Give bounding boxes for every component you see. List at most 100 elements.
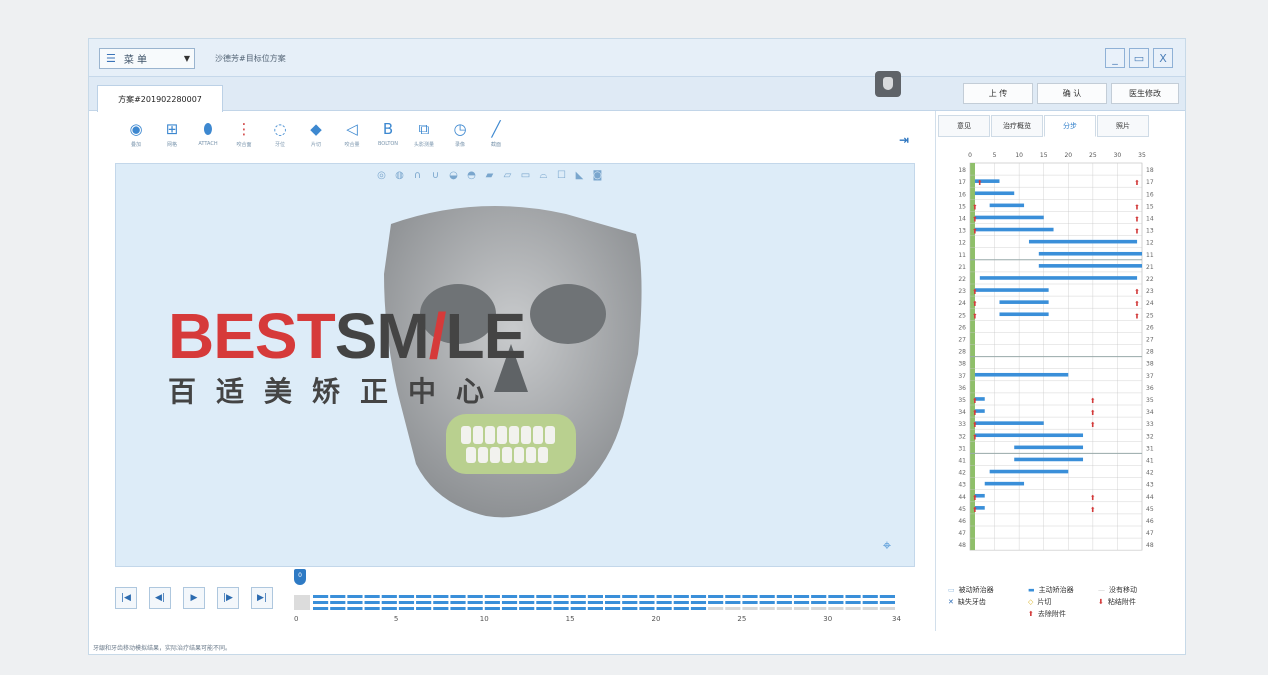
row-label-right: 27 bbox=[1146, 337, 1154, 344]
no-move-icon: — bbox=[1098, 586, 1105, 594]
step-bar bbox=[974, 372, 1069, 377]
reset-view-icon[interactable]: ⌖ bbox=[876, 534, 898, 556]
timeline-step-bar bbox=[845, 595, 861, 598]
timeline-step-bar bbox=[776, 607, 792, 610]
timeline-step-bar bbox=[501, 607, 518, 610]
restore-button[interactable]: ▭ bbox=[1129, 48, 1149, 68]
tool-replay[interactable]: ◷ 录像 bbox=[443, 119, 477, 159]
timeline-step-bar bbox=[725, 595, 741, 598]
attachment-marker: ⬆ bbox=[1134, 300, 1140, 308]
timeline-step-bar bbox=[364, 607, 380, 610]
last-step-icon[interactable]: ▶| bbox=[251, 587, 273, 609]
tool-label: 咬合量 bbox=[344, 142, 360, 148]
timeline-step-bar bbox=[811, 601, 827, 604]
attachment-marker: ⬆ bbox=[1134, 312, 1140, 320]
row-label: 35 bbox=[958, 397, 966, 404]
legend-item: — 没有移动 bbox=[1098, 585, 1137, 595]
row-label: 25 bbox=[958, 312, 966, 319]
row-label-right: 42 bbox=[1146, 470, 1154, 477]
legend-item: ◇ 片切 bbox=[1028, 597, 1051, 607]
tool-bolton[interactable]: B BOLTON bbox=[371, 119, 405, 159]
menu-button[interactable]: ☰ 菜 单 ▼ bbox=[99, 48, 195, 69]
timeline-step-bar bbox=[759, 607, 775, 610]
timeline-step-bar bbox=[673, 607, 689, 610]
close-button[interactable]: X bbox=[1153, 48, 1173, 68]
timeline-step-bar bbox=[519, 607, 535, 610]
timeline-step-bar bbox=[828, 595, 844, 598]
overlay-icon: ◉ bbox=[129, 120, 143, 138]
row-label-right: 21 bbox=[1146, 264, 1154, 271]
legend-label: 粘结附件 bbox=[1107, 598, 1136, 606]
row-label-right: 47 bbox=[1146, 530, 1154, 537]
3d-viewport[interactable]: ◎ ◍ ∩ ∪ ◒ ◓ ▰ ▱ ▭ ⌓ ☐ ◣ ◙ BESTSM/LE 百适美矫… bbox=[115, 163, 915, 567]
step-bar bbox=[974, 288, 1049, 292]
attach-icon: ⬮ bbox=[203, 120, 213, 138]
missing-tooth-icon: ✕ bbox=[948, 598, 954, 606]
row-label: 41 bbox=[958, 458, 966, 465]
tool-label: 录像 bbox=[454, 142, 465, 148]
attachment-marker: ⬆ bbox=[972, 312, 978, 320]
row-label-right: 13 bbox=[1146, 228, 1154, 235]
row-label: 27 bbox=[958, 337, 966, 344]
collapse-panel-icon[interactable]: ⇥ bbox=[899, 133, 909, 147]
minimize-button[interactable]: _ bbox=[1105, 48, 1125, 68]
step-slider-handle[interactable]: 0 bbox=[294, 569, 306, 585]
status-text: 牙龈和牙齿移动模拟结果，实际治疗结果可能不同。 bbox=[93, 645, 232, 652]
tool-overlay[interactable]: ◉ 叠加 bbox=[119, 119, 153, 159]
row-label: 44 bbox=[958, 494, 966, 501]
upload-button[interactable]: 上 传 bbox=[963, 83, 1033, 104]
document-title: 沙德芳#目标位方案 bbox=[215, 54, 286, 63]
tool-attach[interactable]: ⬮ ATTACH bbox=[191, 119, 225, 159]
prev-step-icon[interactable]: ◀| bbox=[149, 587, 171, 609]
tab-2[interactable]: 分步 bbox=[1044, 115, 1096, 137]
timeline-step-bar bbox=[570, 601, 586, 604]
timeline-step-bar bbox=[690, 607, 707, 610]
tool-bite[interactable]: ◁ 咬合量 bbox=[335, 119, 369, 159]
row-label-right: 15 bbox=[1146, 203, 1154, 210]
row-label-right: 11 bbox=[1146, 252, 1154, 259]
row-label: 17 bbox=[958, 179, 966, 186]
timeline-step-bar bbox=[519, 601, 535, 604]
row-label-right: 18 bbox=[1146, 167, 1154, 174]
tooth-pin-icon[interactable] bbox=[875, 71, 901, 97]
row-label-right: 45 bbox=[1146, 506, 1154, 513]
row-label: 28 bbox=[958, 349, 966, 356]
row-label-right: 32 bbox=[1146, 433, 1154, 440]
next-step-icon[interactable]: |▶ bbox=[217, 587, 239, 609]
timeline-step-bar bbox=[828, 601, 844, 604]
tab-1[interactable]: 治疗概览 bbox=[991, 115, 1043, 137]
menu-label: 菜 单 bbox=[123, 55, 148, 66]
tool-occlusion[interactable]: ⋮ 咬合面 bbox=[227, 119, 261, 159]
tool-section[interactable]: ╱ 截面 bbox=[479, 119, 513, 159]
tool-measure[interactable]: ⧉ 头影测量 bbox=[407, 119, 441, 159]
timeline-tick: 30 bbox=[823, 615, 833, 623]
tool-label: 头影测量 bbox=[413, 142, 434, 148]
bite-icon: ◁ bbox=[346, 120, 358, 138]
row-label: 24 bbox=[958, 300, 966, 307]
timeline-step-bar bbox=[313, 595, 329, 598]
legend-label: 片切 bbox=[1037, 598, 1052, 606]
play-icon[interactable]: ▶ bbox=[183, 587, 205, 609]
first-step-icon[interactable]: |◀ bbox=[115, 587, 137, 609]
legend-label: 主动矫治器 bbox=[1038, 586, 1074, 594]
tool-ipr[interactable]: ◆ 片切 bbox=[299, 119, 333, 159]
tab-plan[interactable]: 方案#201902280007 bbox=[97, 85, 223, 112]
timeline-step-bar bbox=[690, 595, 707, 598]
timeline-step-bar bbox=[639, 595, 655, 598]
tool-tooth[interactable]: ◌ 牙位 bbox=[263, 119, 297, 159]
tool-grid[interactable]: ⊞ 网格 bbox=[155, 119, 189, 159]
timeline-tick: 0 bbox=[294, 615, 299, 623]
step-timeline[interactable]: 0 0 5 10 15 20 25 30 34 bbox=[294, 569, 914, 635]
tool-label: 片切 bbox=[310, 142, 321, 148]
timeline-step-bar bbox=[776, 601, 792, 604]
legend-label: 被动矫治器 bbox=[958, 586, 994, 594]
row-label: 42 bbox=[958, 470, 966, 477]
confirm-button[interactable]: 确 认 bbox=[1037, 83, 1107, 104]
tab-3[interactable]: 照片 bbox=[1097, 115, 1149, 137]
step-bar bbox=[1014, 457, 1084, 462]
row-label: 31 bbox=[958, 445, 966, 452]
timeline-step-bar bbox=[656, 601, 672, 604]
doctor-modify-button[interactable]: 医生修改 bbox=[1111, 83, 1179, 104]
attachment-marker: ⬆ bbox=[1134, 203, 1140, 211]
tab-0[interactable]: 意见 bbox=[938, 115, 990, 137]
